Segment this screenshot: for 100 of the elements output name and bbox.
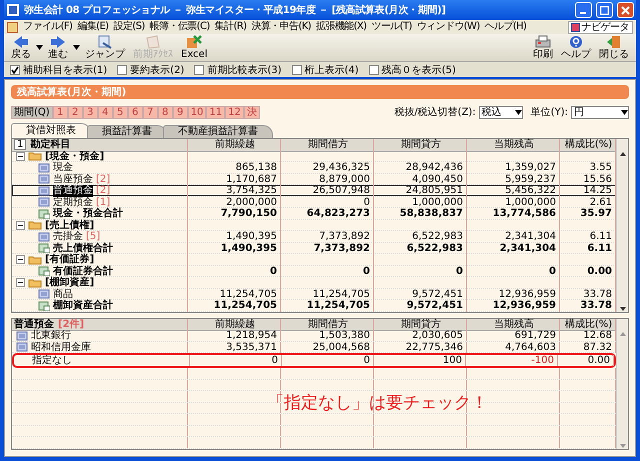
table-cell: 2,341,304 [467,242,560,254]
folder-icon [28,278,42,288]
table-cell: 5,959,237 [467,174,560,185]
table-cell: 1,490,395 [188,242,281,254]
menu-item[interactable]: 拡張機能(X) [316,21,366,33]
sub-account-name[interactable]: 指定なし [18,355,72,366]
ledger-icon [38,232,50,242]
account-name[interactable]: 定期預金 [53,196,93,208]
record-count: [2件] [58,318,84,330]
maximize-button[interactable] [596,2,613,18]
scrollbar[interactable] [616,139,628,312]
sub-account-name[interactable]: 昭和信用金庫 [31,342,91,352]
dropdown-caret-icon[interactable] [36,44,43,50]
menu-item[interactable]: 帳簿・伝票(C) [150,21,210,33]
scroll-down-icon[interactable] [618,306,626,312]
unit-dropdown[interactable]: 円 [571,106,629,118]
table-cell: 7,373,892 [281,231,374,242]
table-cell: 11,254,705 [188,300,281,312]
checkbox[interactable] [10,64,20,74]
navigator-button[interactable]: ナビゲータ [568,20,633,34]
column-header: 当期残高 [467,139,560,152]
menu-item[interactable]: ファイル(F) [23,21,72,33]
forward-arrow-icon [50,35,66,49]
account-name[interactable]: 現金 [53,162,73,174]
row-number-header: 1 [14,139,26,150]
dropdown-caret-icon[interactable] [73,44,80,50]
table-cell: 3,754,325 [188,185,281,196]
table-cell: 0 [190,355,282,366]
period-button[interactable]: 期間(Q) [11,106,53,118]
menu-item[interactable]: ウィンドウ(W) [416,21,480,33]
column-header: 前期繰越 [188,318,281,331]
sub-account-count: [1] [96,196,110,208]
tab[interactable]: 不動産損益計算書 [163,125,273,138]
toolbar-button[interactable]: 進む [45,35,71,60]
collapse-icon[interactable] [16,220,25,230]
back-arrow-icon [13,35,29,49]
account-name[interactable]: 当座預金 [53,174,93,185]
table-cell: 9,572,451 [374,288,467,300]
table-cell: 9,572,451 [374,300,467,312]
table-cell: 0 [282,355,374,366]
close-icon [621,6,630,14]
account-name[interactable]: 普通預金 [53,185,93,196]
tax-dropdown[interactable]: 税込 [478,106,523,118]
annotation-text: 「指定なし」は要チェック！ [267,392,488,414]
total-sheet-icon [38,300,50,311]
table-cell: 64,823,273 [281,208,374,220]
toolbar-button[interactable]: 戻る [8,35,34,60]
table-cell: 0 [374,266,467,277]
table-cell: 12,936,959 [467,300,560,312]
account-name[interactable]: 売上債権合計 [53,242,113,254]
total-sheet-icon [38,208,50,219]
toolbar-button[interactable]: ジャンプ [82,35,128,60]
app-icon [6,3,20,17]
checkbox-label: 補助科目を表示(1) [23,64,108,76]
collapse-icon[interactable] [16,278,25,288]
table-cell: 7,790,150 [188,208,281,220]
menu-item[interactable]: 集計(R) [214,21,246,33]
column-header: 当期残高 [467,318,560,331]
document-menu-icon[interactable] [7,22,18,32]
table-cell: 11,254,705 [281,300,374,312]
menu-item[interactable]: ツール(T) [371,21,412,33]
group-name: [有価証券] [45,254,94,266]
ledger-icon [38,174,50,184]
checkbox[interactable] [292,64,302,74]
checkbox[interactable] [117,64,128,74]
account-name[interactable]: 有価証券合計 [53,266,113,277]
account-name[interactable]: 現金・預金合計 [53,208,123,220]
account-name[interactable]: 棚卸資産合計 [53,300,113,312]
table-cell: 1,503,380 [281,330,374,341]
scroll-up-icon[interactable] [618,151,626,157]
collapse-icon[interactable] [16,255,25,264]
column-header: 期間貸方 [374,139,467,152]
minimize-button[interactable] [575,2,592,18]
table-cell: 4,090,450 [374,174,467,185]
account-name[interactable]: 商品 [53,288,73,300]
toolbar-button[interactable]: Excel [178,35,210,60]
toolbar-button[interactable]: 閉じる [596,35,632,60]
table-cell: 0.00 [558,355,614,366]
table-cell: 11,254,705 [281,288,374,300]
table-cell: 13,774,586 [467,208,560,220]
menu-item[interactable]: 決算・申告(K) [251,21,311,33]
account-name[interactable]: 売掛金 [53,231,83,242]
ledger-icon [38,289,50,300]
table-cell: 8,879,000 [281,174,374,185]
table-cell: 1,218,954 [188,330,281,341]
toolbar-button[interactable]: 印刷 [530,35,556,60]
checkbox[interactable] [194,64,204,74]
close-button[interactable] [617,2,634,18]
table-cell: 2,341,304 [467,231,560,242]
menu-item[interactable]: ヘルプ(H) [484,21,526,33]
sub-account-name[interactable]: 北東銀行 [31,330,71,341]
collapse-icon[interactable] [16,152,25,161]
table-cell: 3,535,371 [188,342,281,352]
menu-item[interactable]: 編集(E) [77,21,108,33]
toolbar-button[interactable]: ヘルプ [558,35,594,60]
checkbox[interactable] [368,64,379,74]
column-header: 構成比(%) [560,318,616,331]
door-exit-icon [606,35,622,49]
menu-item[interactable]: 設定(S) [113,21,145,33]
table-cell: 12,936,959 [467,288,560,300]
